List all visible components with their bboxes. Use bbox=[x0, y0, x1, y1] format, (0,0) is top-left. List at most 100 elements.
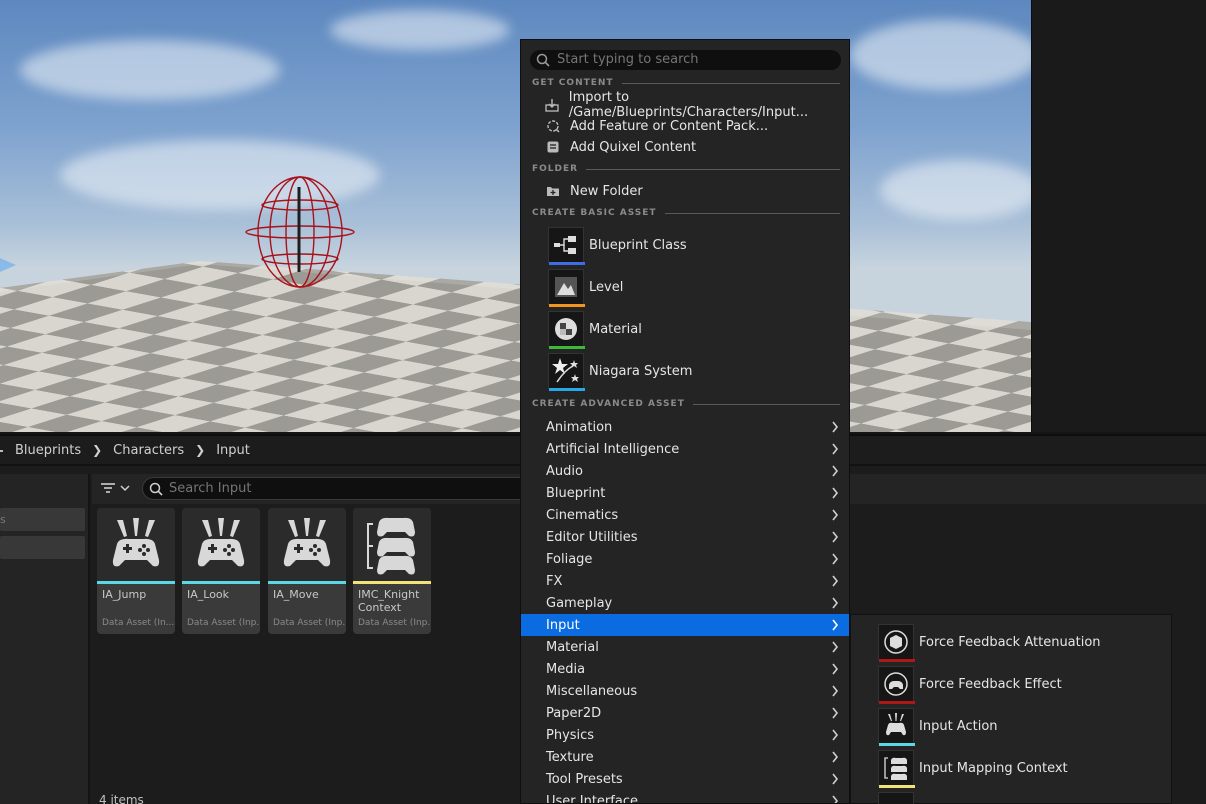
input-submenu: Force Feedback Attenuation Force Feedbac… bbox=[850, 614, 1172, 804]
category-editor-utilities[interactable]: Editor Utilities bbox=[521, 526, 849, 548]
category-fx[interactable]: FX bbox=[521, 570, 849, 592]
asset-name: IA_Jump bbox=[102, 588, 147, 601]
menu-item-force-feedback-effect[interactable]: Force Feedback Effect bbox=[878, 665, 1062, 704]
category-foliage[interactable]: Foliage bbox=[521, 548, 849, 570]
blueprint-class-icon bbox=[548, 227, 585, 265]
checkered-floor bbox=[0, 176, 1031, 432]
category-physics[interactable]: Physics bbox=[521, 724, 849, 746]
category-audio[interactable]: Audio bbox=[521, 460, 849, 482]
asset-tile[interactable]: IMC_Knight Context Data Asset (Inp... bbox=[353, 508, 431, 634]
menu-item-import[interactable]: Import to /Game/Blueprints/Characters/In… bbox=[545, 90, 849, 120]
category-paper2d[interactable]: Paper2D bbox=[521, 702, 849, 724]
chevron-right-icon bbox=[832, 443, 839, 455]
menu-search-box[interactable] bbox=[530, 50, 841, 70]
chevron-right-icon bbox=[832, 509, 839, 521]
sources-panel: s bbox=[0, 474, 90, 804]
material-icon bbox=[548, 311, 585, 349]
category-blueprint[interactable]: Blueprint bbox=[521, 482, 849, 504]
input-mapping-context-icon bbox=[878, 750, 915, 788]
category-material[interactable]: Material bbox=[521, 636, 849, 658]
chevron-right-icon bbox=[832, 421, 839, 433]
new-folder-icon bbox=[545, 183, 561, 199]
input-action-icon bbox=[878, 708, 915, 746]
search-icon bbox=[536, 53, 550, 67]
chevron-right-icon bbox=[832, 795, 839, 803]
menu-search-input[interactable] bbox=[557, 52, 827, 67]
asset-tile[interactable]: IA_Move Data Asset (Inp... bbox=[268, 508, 346, 634]
gamepad-input-action-icon bbox=[97, 508, 175, 581]
asset-type: Data Asset (Inp... bbox=[358, 618, 431, 628]
breadcrumb-input[interactable]: Input bbox=[216, 443, 250, 458]
chevron-right-icon bbox=[832, 465, 839, 477]
category-media[interactable]: Media bbox=[521, 658, 849, 680]
category-gameplay[interactable]: Gameplay bbox=[521, 592, 849, 614]
gamepad-input-action-icon bbox=[268, 508, 346, 581]
asset-name: IA_Look bbox=[187, 588, 230, 601]
asset-type: Data Asset (Inp... bbox=[273, 618, 346, 628]
menu-item-blueprint-class[interactable]: Blueprint Class bbox=[548, 226, 687, 265]
breadcrumb-characters[interactable]: Characters bbox=[113, 443, 184, 458]
chevron-right-icon bbox=[832, 751, 839, 763]
chevron-right-icon bbox=[832, 487, 839, 499]
menu-item-add-quixel[interactable]: Add Quixel Content bbox=[545, 137, 696, 157]
sources-field[interactable] bbox=[0, 536, 85, 559]
force-feedback-effect-icon bbox=[878, 666, 915, 704]
feature-pack-icon bbox=[545, 118, 561, 134]
asset-type: Data Asset (In... bbox=[102, 618, 175, 628]
category-miscellaneous[interactable]: Miscellaneous bbox=[521, 680, 849, 702]
force-feedback-attenuation-icon bbox=[878, 624, 915, 662]
chevron-right-icon: ❯ bbox=[92, 443, 103, 457]
asset-tile[interactable]: IA_Look Data Asset (Inp... bbox=[182, 508, 260, 634]
quixel-icon bbox=[545, 139, 561, 155]
category-animation[interactable]: Animation bbox=[521, 416, 849, 438]
menu-item-force-feedback-attenuation[interactable]: Force Feedback Attenuation bbox=[878, 623, 1101, 662]
import-icon bbox=[545, 97, 560, 113]
sources-search-field[interactable]: s bbox=[0, 508, 85, 531]
menu-item-level[interactable]: Level bbox=[548, 268, 623, 307]
chevron-right-icon bbox=[832, 707, 839, 719]
menu-item-partial[interactable] bbox=[878, 791, 919, 804]
menu-item-niagara-system[interactable]: Niagara System bbox=[548, 352, 692, 391]
breadcrumb-blueprints[interactable]: Blueprints bbox=[15, 443, 81, 458]
chevron-right-icon bbox=[832, 663, 839, 675]
chevron-right-icon bbox=[832, 773, 839, 785]
menu-item-new-folder[interactable]: New Folder bbox=[545, 181, 643, 201]
asset-name: IMC_Knight Context bbox=[358, 588, 420, 614]
niagara-system-icon bbox=[548, 353, 585, 391]
category-tool-presets[interactable]: Tool Presets bbox=[521, 768, 849, 790]
section-folder: FOLDER bbox=[532, 163, 840, 175]
asset-tile[interactable]: IA_Jump Data Asset (In... bbox=[97, 508, 175, 634]
filter-icon bbox=[101, 483, 130, 493]
chevron-right-icon bbox=[832, 685, 839, 697]
category-artificial-intelligence[interactable]: Artificial Intelligence bbox=[521, 438, 849, 460]
asset-name: IA_Move bbox=[273, 588, 319, 601]
chevron-right-icon: ❯ bbox=[195, 443, 206, 457]
category-texture[interactable]: Texture bbox=[521, 746, 849, 768]
menu-item-material[interactable]: Material bbox=[548, 310, 642, 349]
chevron-right-icon bbox=[832, 619, 839, 631]
chevron-right-icon bbox=[832, 729, 839, 741]
category-input[interactable]: Input bbox=[521, 614, 849, 636]
asset-type: Data Asset (Inp... bbox=[187, 618, 260, 628]
menu-item-input-action[interactable]: Input Action bbox=[878, 707, 998, 746]
chevron-right-icon bbox=[832, 641, 839, 653]
gamepad-input-action-icon bbox=[182, 508, 260, 581]
chevron-right-icon bbox=[832, 531, 839, 543]
category-cinematics[interactable]: Cinematics bbox=[521, 504, 849, 526]
asset-search-input[interactable] bbox=[169, 481, 469, 496]
level-icon bbox=[548, 269, 585, 307]
chevron-right-icon bbox=[832, 575, 839, 587]
filter-button[interactable] bbox=[98, 479, 134, 499]
section-get-content: GET CONTENT bbox=[532, 77, 840, 89]
menu-item-add-feature-pack[interactable]: Add Feature or Content Pack... bbox=[545, 116, 768, 136]
category-user-interface[interactable]: User Interface bbox=[521, 790, 849, 803]
section-create-advanced-asset: CREATE ADVANCED ASSET bbox=[532, 398, 840, 410]
search-icon bbox=[149, 482, 163, 496]
keyboard-icon bbox=[878, 792, 914, 804]
section-create-basic-asset: CREATE BASIC ASSET bbox=[532, 207, 840, 219]
menu-item-input-mapping-context[interactable]: Input Mapping Context bbox=[878, 749, 1068, 788]
add-asset-context-menu: GET CONTENT Import to /Game/Blueprints/C… bbox=[520, 39, 850, 804]
details-panel-edge bbox=[1031, 0, 1206, 432]
item-count: 4 items bbox=[99, 793, 144, 804]
level-viewport[interactable] bbox=[0, 0, 1031, 432]
